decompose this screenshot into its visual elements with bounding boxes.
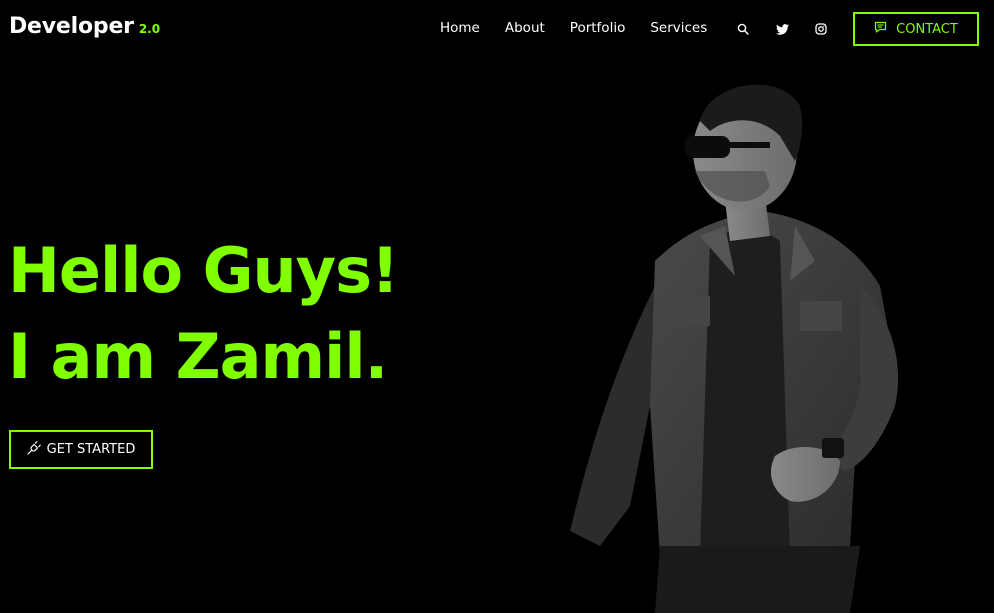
search-icon[interactable] (736, 22, 750, 36)
get-started-label: GET STARTED (46, 442, 136, 457)
get-started-button[interactable]: GET STARTED (9, 430, 153, 469)
logo-version: 2.0 (138, 22, 161, 36)
page: Developer 2.0 Home About Portfolio Servi… (0, 0, 994, 613)
nav-link-home[interactable]: Home (440, 20, 480, 36)
instagram-icon[interactable] (814, 22, 828, 36)
plug-icon (27, 440, 41, 459)
nav-link-about[interactable]: About (505, 20, 545, 36)
nav-link-portfolio[interactable]: Portfolio (570, 20, 626, 36)
logo-text: Developer (9, 14, 134, 39)
nav-link-services[interactable]: Services (650, 20, 707, 36)
hero-heading-line-2: I am Zamil. (8, 320, 388, 393)
contact-button[interactable]: CONTACT (853, 12, 979, 46)
main-nav: Home About Portfolio Services (440, 20, 732, 36)
hero-heading-line-1: Hello Guys! (8, 234, 399, 307)
twitter-icon[interactable] (775, 22, 789, 36)
hero-portrait-image (570, 84, 899, 613)
site-logo[interactable]: Developer 2.0 (9, 14, 160, 39)
contact-button-label: CONTACT (896, 21, 958, 37)
message-icon (874, 21, 887, 37)
